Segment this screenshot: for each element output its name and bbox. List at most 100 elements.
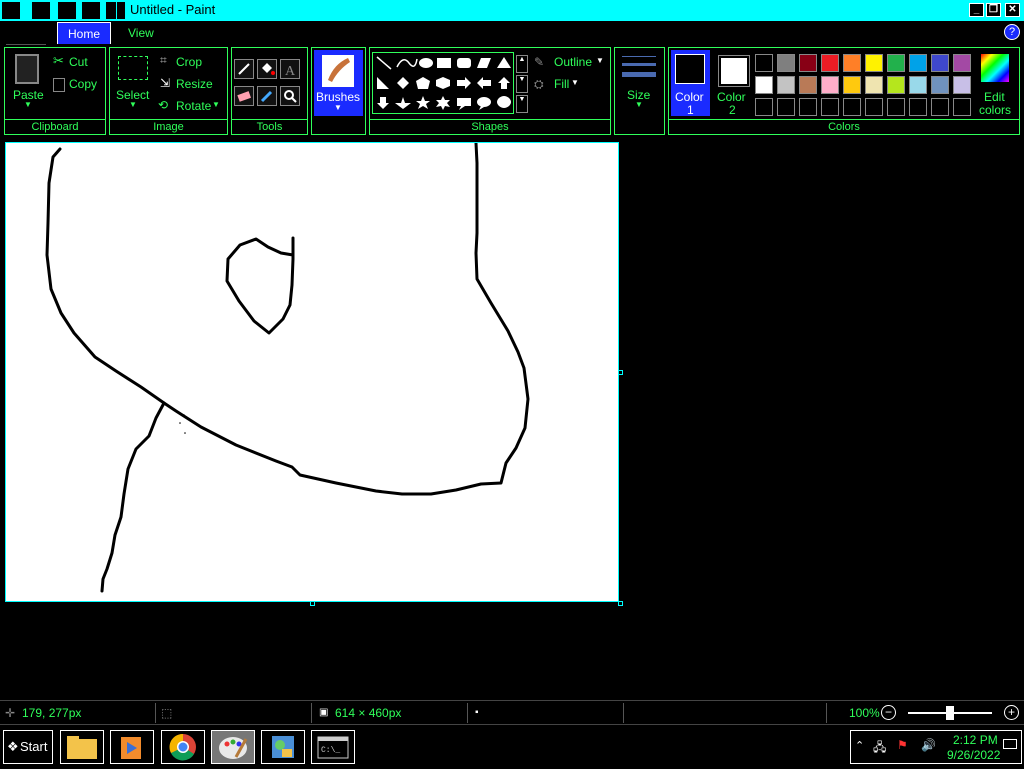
palette-swatch[interactable]: [777, 76, 795, 94]
customize-qat-icon[interactable]: [106, 2, 116, 19]
media-player-taskbar-button[interactable]: [110, 730, 154, 764]
media-player-icon: [121, 737, 141, 759]
redo-icon[interactable]: [82, 2, 100, 19]
close-button[interactable]: ✕: [1005, 3, 1020, 17]
palette-swatch[interactable]: [755, 76, 773, 94]
paint-app-icon[interactable]: [2, 2, 20, 19]
eraser-icon[interactable]: [234, 86, 254, 106]
palette-swatch[interactable]: [931, 76, 949, 94]
edit-colors-label-2[interactable]: colors: [979, 103, 1011, 117]
paint-taskbar-button[interactable]: [211, 730, 255, 764]
zoom-out-button[interactable]: −: [881, 705, 896, 720]
palette-swatch[interactable]: [865, 54, 883, 72]
paste-dropdown-icon[interactable]: ▼: [24, 100, 32, 109]
palette-swatch[interactable]: [755, 54, 773, 72]
undo-icon[interactable]: [58, 2, 76, 19]
palette-swatch[interactable]: [821, 98, 839, 116]
help-icon[interactable]: ?: [1004, 24, 1020, 40]
file-explorer-taskbar-button[interactable]: [60, 730, 104, 764]
rotate-button[interactable]: Rotate: [176, 99, 211, 113]
size-dropdown-icon[interactable]: ▼: [635, 100, 643, 109]
zoom-slider-thumb[interactable]: [946, 706, 954, 720]
copy-button[interactable]: Copy: [69, 77, 97, 91]
resize-handle-bottom[interactable]: [310, 601, 315, 606]
palette-swatch[interactable]: [843, 76, 861, 94]
palette-swatch[interactable]: [821, 76, 839, 94]
color2-swatch[interactable]: [718, 55, 750, 87]
magnifier-icon[interactable]: [280, 86, 300, 106]
palette-swatch[interactable]: [799, 54, 817, 72]
outline-button[interactable]: Outline: [554, 55, 592, 69]
control-panel-taskbar-button[interactable]: [261, 730, 305, 764]
save-icon[interactable]: [32, 2, 50, 19]
select-icon[interactable]: [118, 56, 148, 80]
palette-swatch[interactable]: [887, 76, 905, 94]
palette-swatch[interactable]: [931, 54, 949, 72]
volume-icon[interactable]: 🔊: [921, 738, 936, 752]
palette-swatch[interactable]: [953, 98, 971, 116]
outline-dropdown-icon[interactable]: ▼: [596, 56, 604, 65]
size-lines-icon[interactable]: [619, 52, 661, 86]
chrome-taskbar-button[interactable]: [161, 730, 205, 764]
minimize-button[interactable]: _: [969, 3, 984, 17]
shapes-expand-icon[interactable]: ▼: [516, 95, 528, 113]
palette-swatch[interactable]: [843, 54, 861, 72]
resize-handle-right[interactable]: [618, 370, 623, 375]
show-hidden-icons-icon[interactable]: ⌃: [855, 739, 864, 752]
command-prompt-taskbar-button[interactable]: C:\_: [311, 730, 355, 764]
cut-button[interactable]: Cut: [69, 55, 88, 69]
palette-swatch[interactable]: [887, 98, 905, 116]
shapes-scroll-up-icon[interactable]: ▲: [516, 55, 528, 73]
status-bar: ✛ 179, 277px ⬚ ▣ 614 × 460px ▪ 100% − +: [0, 700, 1024, 725]
palette-swatch[interactable]: [821, 54, 839, 72]
palette-swatch[interactable]: [843, 98, 861, 116]
resize-button[interactable]: Resize: [176, 77, 213, 91]
palette-swatch[interactable]: [865, 98, 883, 116]
show-desktop-icon[interactable]: [1003, 739, 1017, 749]
palette-swatch[interactable]: [953, 54, 971, 72]
fill-button[interactable]: Fill: [554, 77, 569, 91]
palette-swatch[interactable]: [799, 98, 817, 116]
network-icon[interactable]: 🖧: [873, 738, 886, 759]
palette-swatch[interactable]: [777, 98, 795, 116]
palette-swatch[interactable]: [953, 76, 971, 94]
color2-number[interactable]: 2: [729, 103, 736, 117]
palette-swatch[interactable]: [777, 54, 795, 72]
shapes-gallery[interactable]: [372, 52, 514, 114]
palette-swatch[interactable]: [865, 76, 883, 94]
clock-time[interactable]: 2:12 PM: [953, 733, 998, 747]
brush-icon: [322, 55, 354, 87]
clock-date[interactable]: 9/26/2022: [947, 748, 1000, 762]
pencil-icon[interactable]: [234, 59, 254, 79]
paste-icon[interactable]: [15, 54, 39, 84]
rotate-dropdown-icon[interactable]: ▼: [212, 100, 220, 109]
color2-label[interactable]: Color: [717, 90, 746, 104]
color1-button[interactable]: Color 1: [671, 50, 710, 117]
tab-view[interactable]: View: [118, 22, 164, 44]
fill-dropdown-icon[interactable]: ▼: [571, 78, 579, 87]
palette-swatch[interactable]: [909, 76, 927, 94]
select-dropdown-icon[interactable]: ▼: [129, 100, 137, 109]
crop-button[interactable]: Crop: [176, 55, 202, 69]
palette-swatch[interactable]: [909, 54, 927, 72]
restore-button[interactable]: ❐: [986, 3, 1001, 17]
palette-swatch[interactable]: [931, 98, 949, 116]
shapes-group-label: Shapes: [370, 119, 610, 134]
drawing-canvas[interactable]: [5, 141, 619, 602]
tab-home[interactable]: Home: [57, 22, 112, 44]
palette-swatch[interactable]: [887, 54, 905, 72]
text-icon[interactable]: A: [280, 59, 300, 79]
edit-colors-label[interactable]: Edit: [984, 90, 1005, 104]
start-button[interactable]: ❖ Start: [3, 730, 53, 764]
zoom-in-button[interactable]: +: [1004, 705, 1019, 720]
action-center-icon[interactable]: ⚑: [897, 738, 908, 752]
resize-handle-corner[interactable]: [618, 601, 623, 606]
palette-swatch[interactable]: [755, 98, 773, 116]
color-picker-icon[interactable]: [257, 86, 277, 106]
edit-colors-icon[interactable]: [981, 54, 1009, 82]
brushes-button[interactable]: Brushes ▼: [314, 50, 363, 116]
palette-swatch[interactable]: [909, 98, 927, 116]
shapes-scroll-down-icon[interactable]: ▼: [516, 75, 528, 93]
palette-swatch[interactable]: [799, 76, 817, 94]
fill-bucket-icon[interactable]: [257, 59, 277, 79]
